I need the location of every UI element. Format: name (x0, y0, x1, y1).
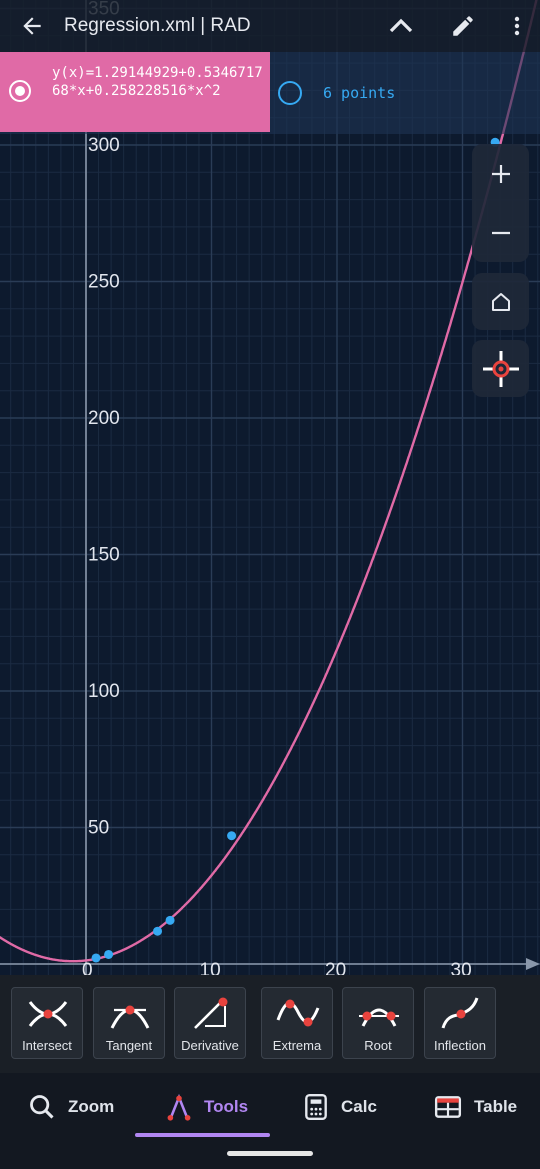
data-point (227, 831, 237, 841)
data-point (104, 949, 114, 959)
nav-tools[interactable]: Tools (166, 1089, 248, 1125)
tool-inflection[interactable]: Inflection (424, 987, 496, 1059)
root-icon (359, 1008, 399, 1027)
edit-button[interactable] (432, 0, 494, 52)
tool-label: Intersect (22, 1038, 72, 1053)
tool-label: Derivative (181, 1038, 239, 1053)
points-label: 6 points (323, 84, 396, 102)
collapse-button[interactable] (370, 0, 432, 52)
tool-extrema[interactable]: Extrema (261, 987, 333, 1059)
y-tick-label: 50 (88, 818, 109, 839)
nav-label: Zoom (68, 1097, 115, 1116)
extrema-icon (276, 999, 320, 1027)
search-icon (30, 1095, 54, 1119)
function-expression: y(x)=1.29144929+0.534671768*x+0.25822851… (52, 65, 263, 99)
nav-label: Table (474, 1097, 518, 1116)
y-tick-label: 300 (88, 135, 120, 156)
more-options-button[interactable] (494, 0, 540, 52)
app-bar: Regression.xml | RAD (0, 0, 540, 52)
data-point (153, 926, 163, 936)
tools-panel: Intersect Tangent Derivative Extrema Roo… (0, 975, 540, 1073)
crosshair-icon (482, 350, 519, 387)
nav-label: Calc (341, 1097, 377, 1116)
inflection-icon (441, 997, 479, 1029)
chevron-up-icon (389, 18, 413, 33)
tool-label: Tangent (105, 1038, 153, 1053)
y-tick-label: 250 (88, 272, 120, 293)
data-point (91, 953, 101, 963)
nav-zoom[interactable]: Zoom (28, 1089, 114, 1125)
calculator-icon (305, 1093, 327, 1121)
system-home-bar (227, 1151, 313, 1156)
zoom-out-button[interactable] (472, 203, 529, 262)
bottom-navigation: Zoom Tools Calc Table (0, 1073, 540, 1169)
home-icon (491, 292, 510, 311)
nav-table[interactable]: Table (434, 1089, 517, 1125)
tick-labels: 0102030-5050100150200250300350 (82, 0, 472, 1112)
tool-root[interactable]: Root (342, 987, 414, 1059)
back-arrow-icon (23, 17, 41, 35)
y-tick-label: 150 (88, 545, 120, 566)
nav-calc[interactable]: Calc (303, 1089, 377, 1125)
plus-icon (491, 164, 510, 183)
trace-button[interactable] (472, 340, 529, 397)
more-vert-icon (514, 16, 520, 36)
legend-function[interactable]: y(x)=1.29144929+0.534671768*x+0.25822851… (0, 52, 270, 132)
tool-intersect[interactable]: Intersect (11, 987, 83, 1059)
legend-bar: y(x)=1.29144929+0.534671768*x+0.25822851… (0, 52, 540, 134)
tool-label: Inflection (433, 1038, 487, 1053)
intersect-icon (28, 1001, 68, 1027)
y-tick-label: 200 (88, 408, 120, 429)
tools-icon (167, 1093, 191, 1121)
zoom-in-button[interactable] (472, 144, 529, 203)
legend-points[interactable]: 6 points (278, 80, 395, 106)
file-title: Regression.xml | RAD (64, 15, 251, 36)
tool-derivative[interactable]: Derivative (174, 987, 246, 1059)
table-icon (434, 1096, 462, 1118)
home-button[interactable] (472, 273, 529, 330)
minus-icon (491, 231, 510, 234)
zoom-controls (472, 144, 529, 262)
tool-label: Extrema (272, 1038, 322, 1053)
active-tab-indicator (135, 1133, 270, 1137)
points-radio[interactable] (278, 81, 302, 105)
tool-label: Root (364, 1038, 392, 1053)
tool-tangent[interactable]: Tangent (93, 987, 165, 1059)
nav-label: Tools (204, 1097, 249, 1116)
function-radio[interactable] (9, 80, 31, 102)
tangent-icon (110, 1005, 150, 1029)
pencil-icon (453, 16, 473, 36)
back-button[interactable] (0, 0, 64, 52)
y-tick-label: 100 (88, 681, 120, 702)
regression-curve (0, 0, 538, 963)
derivative-icon (194, 997, 228, 1029)
data-point (165, 915, 175, 925)
